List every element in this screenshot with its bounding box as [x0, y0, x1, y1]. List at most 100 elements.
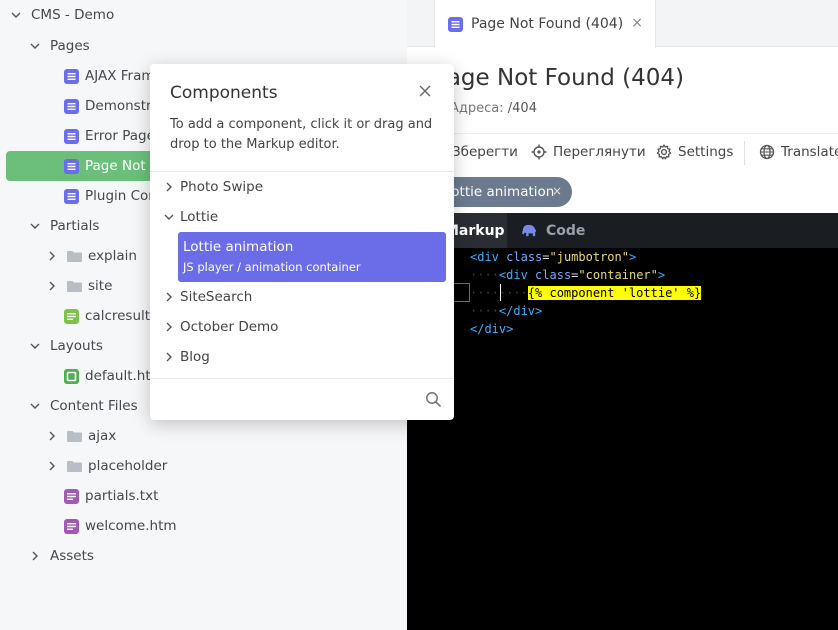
page-icon [64, 128, 79, 144]
chevron-right-icon[interactable] [46, 250, 58, 262]
component-group-october-demo[interactable]: October Demo [164, 314, 278, 340]
active-line-marker [453, 283, 470, 302]
code-line: </div> [470, 320, 513, 338]
code-editor: Markup Code <div class="jumbotron"> ····… [407, 213, 838, 630]
editor-tabs: Markup Code [407, 213, 838, 248]
code-tag: </div> [470, 322, 514, 336]
code-indent: ········ [470, 286, 528, 300]
chevron-right-icon[interactable] [46, 460, 58, 472]
search-icon[interactable] [425, 391, 442, 408]
code-string: "jumbotron" [549, 250, 629, 264]
chevron-down-icon [10, 9, 22, 21]
tree-item-label: Content Files [50, 398, 138, 414]
code-attr: class [535, 268, 572, 282]
close-tab-icon[interactable]: × [631, 15, 643, 31]
translate-label: Translate [781, 144, 838, 160]
chevron-right-icon [164, 352, 174, 362]
page-icon [64, 188, 79, 204]
save-button[interactable]: Зберегти [452, 144, 518, 160]
page-icon [64, 158, 79, 174]
chevron-right-icon [164, 182, 174, 192]
component-item-lottie-animation[interactable]: Lottie animation JS player / animation c… [178, 232, 446, 282]
tree-item-pages[interactable]: Pages [0, 31, 407, 61]
folder-icon [67, 280, 82, 292]
code-indent: ···· [470, 304, 499, 318]
folder-icon [67, 250, 82, 262]
content-file-icon [64, 518, 79, 534]
code-string: "container" [578, 268, 658, 282]
chevron-down-icon [29, 340, 41, 352]
code-line: ········{% component 'lottie' %} [470, 284, 702, 302]
close-icon[interactable] [418, 84, 432, 98]
code-tag: > [628, 250, 637, 264]
chevron-down-icon [164, 212, 174, 222]
tree-item-cms-demo[interactable]: CMS - Demo [0, 0, 407, 30]
page-title: Page Not Found (404) [434, 65, 684, 91]
tab-code[interactable]: Code [507, 213, 592, 248]
content-file-icon [64, 488, 79, 504]
tree-item-label: placeholder [88, 458, 168, 474]
tree-item-assets[interactable]: Assets [0, 541, 407, 571]
component-group-sitesearch[interactable]: SiteSearch [164, 284, 252, 310]
page-url: Адреса: /404 [450, 101, 537, 116]
code-tag: </div> [498, 304, 543, 318]
settings-label: Settings [678, 144, 734, 160]
group-label: Photo Swipe [180, 179, 264, 195]
tree-item-content-file[interactable]: partials.txt [0, 481, 407, 511]
page-icon [64, 98, 79, 114]
chevron-right-icon [164, 322, 174, 332]
chevron-right-icon [29, 550, 41, 562]
settings-button[interactable]: Settings [656, 144, 733, 160]
chevron-right-icon [164, 292, 174, 302]
component-group-blog[interactable]: Blog [164, 344, 210, 370]
code-line: ····<div class="container"> [470, 268, 666, 282]
page-url-value: /404 [507, 101, 537, 116]
divider [150, 171, 454, 172]
group-label: Blog [180, 349, 210, 365]
page-toolbar: Зберегти Переглянути Settings Translate [407, 133, 838, 171]
component-chip-lottie[interactable]: Lottie animation × [437, 177, 572, 207]
component-group-photo-swipe[interactable]: Photo Swipe [164, 174, 263, 200]
code-line: <div class="jumbotron"> [470, 250, 637, 264]
markup-code-area[interactable]: <div class="jumbotron"> ····<div class="… [407, 248, 838, 630]
tree-item-label: welcome.htm [85, 518, 177, 534]
tree-item-label: CMS - Demo [31, 7, 115, 23]
chevron-right-icon[interactable] [46, 430, 58, 442]
layout-icon [64, 368, 79, 384]
preview-label: Переглянути [553, 144, 646, 160]
tree-item-label: Assets [50, 548, 94, 564]
tree-item-content-file[interactable]: welcome.htm [0, 511, 407, 541]
group-label: October Demo [180, 319, 279, 335]
tree-item-label: Pages [50, 38, 90, 54]
code-attr: class [506, 250, 543, 264]
tree-item-folder[interactable]: placeholder [0, 451, 407, 481]
component-group-lottie[interactable]: Lottie [164, 204, 218, 230]
tab-page-not-found[interactable]: Page Not Found (404) × [434, 0, 656, 48]
popover-title: Components [170, 83, 278, 103]
tree-item-label: site [88, 278, 113, 294]
page-icon [64, 68, 79, 84]
page-heading: Page Not Found (404) [407, 62, 838, 98]
preview-button[interactable]: Переглянути [531, 144, 646, 160]
tree-item-label: explain [88, 248, 137, 264]
save-label: Зберегти [452, 144, 518, 160]
tree-item-label: Layouts [50, 338, 103, 354]
tree-item-label: ajax [88, 428, 117, 444]
php-elephant-icon [522, 224, 537, 237]
chevron-down-icon [29, 220, 41, 232]
chevron-right-icon[interactable] [46, 280, 58, 292]
code-indent: ···· [470, 268, 499, 282]
component-description: JS player / animation container [183, 260, 361, 274]
group-label: SiteSearch [180, 289, 253, 305]
component-search-input[interactable] [158, 384, 418, 414]
tree-item-folder[interactable]: ajax [0, 421, 407, 451]
remove-component-icon[interactable]: × [552, 184, 562, 198]
components-popover: Components To add a component, click it … [150, 64, 454, 420]
component-chip-label: Lottie animation [444, 184, 555, 200]
translate-button[interactable]: Translate [759, 144, 838, 160]
crosshair-icon [531, 144, 547, 160]
component-name: Lottie animation [183, 239, 294, 255]
code-tag: <div [470, 250, 499, 264]
tree-item-label: Error Page [85, 128, 155, 144]
divider [150, 378, 454, 379]
